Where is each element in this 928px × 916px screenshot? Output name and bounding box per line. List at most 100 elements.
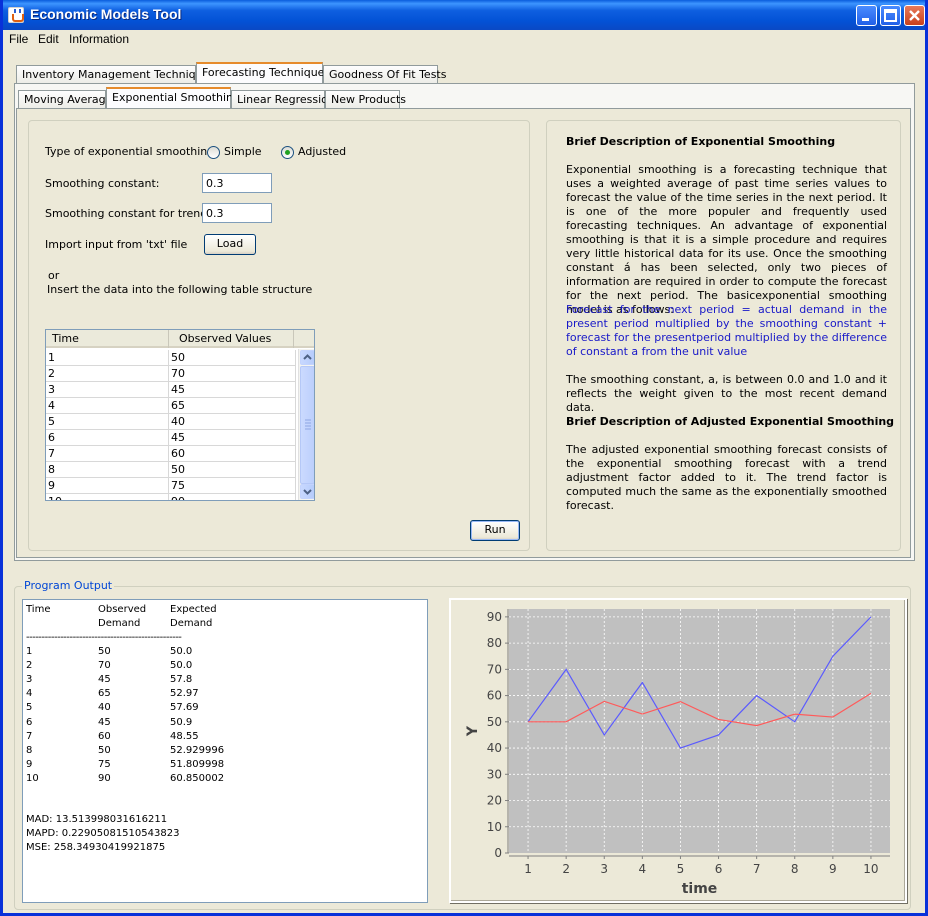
cell-time[interactable]: 4 (46, 398, 169, 414)
table-scrollbar[interactable] (298, 349, 314, 500)
output-mse: MSE: 258.34930419921875 (26, 842, 166, 853)
cell-observed-value[interactable]: 90 (169, 494, 296, 500)
table-row[interactable]: 7 60 (46, 446, 296, 462)
output-textarea[interactable]: Time Observed Demand Expected Demand ---… (22, 599, 428, 903)
table-row[interactable]: 6 45 (46, 430, 296, 446)
scroll-down-button[interactable] (300, 484, 314, 499)
output-observed: 45 (98, 716, 111, 728)
x-tick-label: 2 (562, 862, 570, 876)
menu-information[interactable]: Information (69, 32, 129, 46)
x-tick-label: 1 (524, 862, 532, 876)
output-observed: 60 (98, 730, 111, 742)
load-button[interactable]: Load (204, 234, 256, 255)
adjusted-radio-label[interactable]: Adjusted (298, 145, 346, 158)
tab-exponential-smoothing[interactable]: Exponential Smoothing (106, 87, 240, 108)
table-row[interactable]: 5 40 (46, 414, 296, 430)
table-row[interactable]: 9 75 (46, 478, 296, 494)
output-observed: 65 (98, 688, 111, 700)
menu-edit[interactable]: Edit (38, 32, 59, 46)
cell-observed-value[interactable]: 75 (169, 478, 296, 494)
scroll-thumb[interactable] (300, 366, 314, 484)
maximize-button[interactable] (880, 5, 901, 26)
y-axis-label: Y (465, 725, 481, 737)
adjusted-description-title: Brief Description of Adjusted Exponentia… (566, 415, 895, 428)
simple-radio[interactable] (207, 146, 220, 159)
y-tick-label: 60 (487, 689, 502, 703)
cell-time[interactable]: 6 (46, 430, 169, 446)
cell-time[interactable]: 1 (46, 350, 169, 366)
cell-observed-value[interactable]: 70 (169, 366, 296, 382)
y-tick-label: 10 (487, 820, 502, 834)
java-app-icon (8, 7, 24, 23)
run-button[interactable]: Run (470, 520, 520, 541)
cell-time[interactable]: 8 (46, 462, 169, 478)
minimize-button[interactable] (856, 5, 877, 26)
y-tick-label: 0 (494, 846, 502, 860)
cell-time[interactable]: 2 (46, 366, 169, 382)
y-tick-label: 90 (487, 610, 502, 624)
x-tick-label: 5 (677, 862, 685, 876)
smoothing-constant-input[interactable] (202, 173, 272, 193)
tab-forecasting-techniques[interactable]: Forecasting Techniques (196, 62, 330, 83)
output-observed: 40 (98, 702, 111, 714)
output-col-expected-2: Demand (170, 618, 213, 629)
smoothing-constant-label: Smoothing constant: (45, 177, 160, 190)
output-expected: 57.8 (170, 674, 193, 686)
close-button[interactable] (904, 5, 925, 26)
import-label: Import input from 'txt' file (45, 238, 188, 251)
chart-panel: 0 10 20 30 40 50 60 70 80 90 1 2 3 4 5 6 7 8 9 10 time Y (449, 598, 907, 903)
x-tick-label: 4 (639, 862, 647, 876)
menu-file[interactable]: File (9, 32, 28, 46)
app-window: Economic Models Tool File Edit Informati… (0, 0, 928, 916)
cell-observed-value[interactable]: 65 (169, 398, 296, 414)
output-col-expected: Expected (170, 604, 217, 615)
cell-time[interactable]: 3 (46, 382, 169, 398)
tab-linear-regression[interactable]: Linear Regression (231, 90, 335, 109)
tab-new-products[interactable]: New Products (325, 90, 406, 109)
insert-data-label: Insert the data into the following table… (47, 283, 313, 296)
tab-goodness-of-fit[interactable]: Goodness Of Fit Tests (323, 65, 446, 84)
output-time: 1 (26, 646, 33, 657)
cell-time[interactable]: 9 (46, 478, 169, 494)
output-observed: 50 (98, 744, 111, 756)
output-time: 6 (26, 716, 33, 728)
cell-observed-value[interactable]: 50 (169, 462, 296, 478)
chevron-up-icon (303, 354, 312, 360)
output-time: 9 (26, 758, 33, 770)
y-tick-label: 40 (487, 741, 502, 755)
title-bar[interactable]: Economic Models Tool (3, 0, 925, 30)
adjusted-radio[interactable] (281, 146, 294, 159)
output-separator: ----------------------------------------… (26, 632, 182, 643)
cell-observed-value[interactable]: 50 (169, 350, 296, 366)
cell-observed-value[interactable]: 45 (169, 382, 296, 398)
output-observed: 45 (98, 674, 111, 686)
cell-observed-value[interactable]: 60 (169, 446, 296, 462)
table-row[interactable]: 8 50 (46, 462, 296, 478)
smoothing-type-label: Type of exponential smoothing: (45, 145, 218, 158)
cell-observed-value[interactable]: 45 (169, 430, 296, 446)
output-expected: 52.97 (170, 688, 199, 700)
table-row[interactable]: 4 65 (46, 398, 296, 414)
output-expected: 52.929996 (170, 744, 225, 756)
header-time[interactable]: Time (46, 330, 169, 348)
simple-radio-label[interactable]: Simple (224, 145, 262, 158)
y-tick-label: 50 (487, 715, 502, 729)
smoothing-constant-note: The smoothing constant, a, is between 0.… (566, 373, 887, 414)
scroll-up-button[interactable] (300, 350, 314, 365)
cell-time[interactable]: 10 (46, 494, 169, 500)
tab-moving-average[interactable]: Moving Average (18, 90, 112, 109)
output-time: 5 (26, 702, 33, 714)
description-text: Exponential smoothing is a forecasting t… (566, 163, 887, 316)
table-row[interactable]: 2 70 (46, 366, 296, 382)
window-title: Economic Models Tool (30, 6, 182, 22)
x-axis-label: time (682, 881, 718, 897)
cell-time[interactable]: 7 (46, 446, 169, 462)
table-row[interactable]: 1 50 (46, 350, 296, 366)
trend-constant-input[interactable] (202, 203, 272, 223)
cell-time[interactable]: 5 (46, 414, 169, 430)
tab-inventory-management[interactable]: Inventory Management Techniques (16, 65, 215, 84)
header-observed-values[interactable]: Observed Values (169, 330, 294, 348)
cell-observed-value[interactable]: 40 (169, 414, 296, 430)
table-row[interactable]: 3 45 (46, 382, 296, 398)
table-row[interactable]: 1090 (46, 494, 296, 500)
